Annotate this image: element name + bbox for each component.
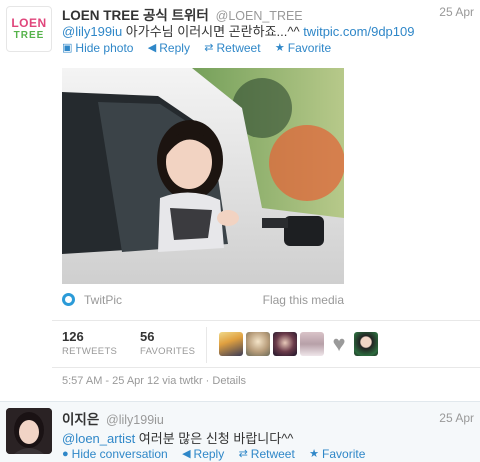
- retweet-icon: ⇄: [238, 448, 248, 460]
- favorite-label: Favorite: [287, 40, 332, 55]
- media-provider[interactable]: TwitPic: [84, 293, 122, 307]
- hide-conversation-button[interactable]: ● Hide conversation: [62, 447, 168, 461]
- retweet-button[interactable]: ⇄ Retweet: [239, 447, 295, 461]
- avatar[interactable]: [6, 408, 52, 454]
- favorite-button[interactable]: ★ Favorite: [309, 447, 365, 461]
- favorite-icon: ★: [309, 448, 320, 460]
- tweet-photo[interactable]: [62, 68, 344, 284]
- tweet-text: @lily199iu 아가수님 이러시면 곤란하죠...^^ twitpic.c…: [62, 21, 414, 40]
- tweet-header: 이지은 @lily199iu: [62, 408, 164, 428]
- hide-photo-button[interactable]: ▣ Hide photo: [62, 41, 133, 55]
- reply-label: Reply: [159, 40, 190, 55]
- retweet-label: Retweet: [250, 446, 295, 461]
- retweeter-avatar[interactable]: ♥: [327, 332, 351, 356]
- tweet-date[interactable]: 25 Apr: [439, 411, 474, 425]
- favorites-label: FAVORITES: [140, 346, 196, 357]
- user-fullname[interactable]: 이지은: [62, 412, 99, 427]
- favorite-button[interactable]: ★ Favorite: [275, 41, 331, 55]
- hide-conversation-label: Hide conversation: [71, 447, 168, 461]
- favorite-label: Favorite: [322, 446, 366, 461]
- avatar[interactable]: LOEN TREE: [6, 6, 52, 52]
- media-bar: TwitPic Flag this media: [62, 291, 344, 309]
- twitpic-link[interactable]: twitpic.com/9dp109: [303, 24, 414, 39]
- loen-logo-text: LOEN: [11, 16, 47, 30]
- photo-image: [62, 68, 344, 284]
- mention-link[interactable]: @lily199iu: [62, 24, 122, 39]
- favorites-count: 56: [140, 329, 155, 344]
- retweets-count: 126: [62, 329, 84, 344]
- favorites-stat[interactable]: 56 FAVORITES: [140, 329, 195, 359]
- tweet-date[interactable]: 25 Apr: [439, 5, 474, 19]
- retweeter-avatar[interactable]: [273, 332, 297, 356]
- retweet-label: Retweet: [216, 40, 261, 55]
- reply-button[interactable]: ◀ Reply: [148, 41, 190, 55]
- tweet-actions: ● Hide conversation ◀ Reply ⇄ Retweet ★ Favo…: [62, 446, 376, 462]
- reply-button[interactable]: ◀ Reply: [182, 447, 224, 461]
- tree-logo-text: TREE: [13, 30, 45, 41]
- tweet-meta: 5:57 AM - 25 Apr 12 via twtkr · Details: [62, 375, 247, 387]
- retweeter-avatar[interactable]: [219, 332, 243, 356]
- tweet-reply-conversation: 이지은 @lily199iu 25 Apr @loen_artist 여러분 많…: [0, 402, 480, 462]
- hide-photo-label: Hide photo: [75, 40, 134, 55]
- reply-icon: ◀: [147, 42, 157, 54]
- mention-link[interactable]: @loen_artist: [62, 431, 135, 446]
- retweet-icon: ⇄: [204, 42, 214, 54]
- tweet-body-text: 여러분 많은 신청 바랍니다^^: [135, 431, 294, 446]
- hide-photo-icon: ▣: [62, 42, 73, 54]
- tweet-actions: ▣ Hide photo ◀ Reply ⇄ Retweet ★ Favorite: [62, 40, 342, 55]
- reply-label: Reply: [193, 446, 225, 461]
- flag-media-link[interactable]: Flag this media: [263, 293, 344, 307]
- avatar-photo: [6, 408, 52, 454]
- retweeter-avatar[interactable]: [354, 332, 378, 356]
- retweet-button[interactable]: ⇄ Retweet: [204, 41, 260, 55]
- retweets-stat[interactable]: 126 RETWEETS: [62, 329, 117, 359]
- retweeter-avatars: ♥: [219, 332, 378, 356]
- tweet-body-text: 아가수님 이러시면 곤란하죠...^^: [122, 24, 304, 39]
- retweets-label: RETWEETS: [62, 346, 118, 357]
- favorite-icon: ★: [274, 42, 285, 54]
- conversation-icon: ●: [62, 448, 69, 460]
- reply-icon: ◀: [182, 448, 191, 460]
- retweeter-avatar[interactable]: [246, 332, 270, 356]
- twitpic-icon: [62, 293, 75, 306]
- retweeter-avatar[interactable]: [300, 332, 324, 356]
- tweet-text: @loen_artist 여러분 많은 신청 바랍니다^^: [62, 428, 293, 447]
- stats-divider: [206, 327, 207, 363]
- tweet-loen-tree: LOEN TREE LOEN TREE 공식 트위터 @LOEN_TREE 25…: [0, 0, 480, 402]
- user-handle[interactable]: @lily199iu: [106, 413, 164, 427]
- tweet-stats: 126 RETWEETS 56 FAVORITES ♥: [52, 320, 480, 368]
